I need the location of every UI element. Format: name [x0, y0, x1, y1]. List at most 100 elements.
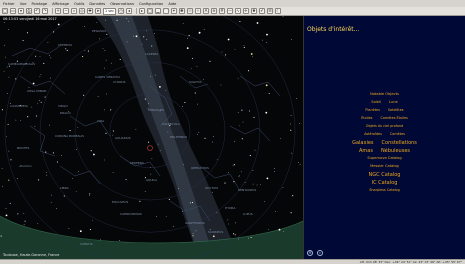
deep-sky-icon[interactable]: ✺ — [178, 8, 185, 14]
time-step-input[interactable]: 1 sec — [103, 7, 116, 15]
interest-item[interactable]: IC Catalog — [372, 180, 398, 186]
interest-item[interactable]: Nébuleuses — [381, 148, 410, 154]
star — [35, 55, 37, 57]
star — [22, 40, 24, 42]
star — [249, 155, 251, 157]
menu-item-2[interactable]: Pointage — [31, 2, 47, 6]
menu-item-4[interactable]: Outils — [74, 2, 84, 6]
equator-icon[interactable]: — — [226, 8, 233, 14]
star — [234, 48, 236, 50]
menu-item-3[interactable]: Affichage — [52, 2, 69, 6]
interest-item[interactable]: Notable Objects — [370, 92, 399, 96]
constellation-label: PEGASUS — [92, 29, 107, 33]
back-icon[interactable]: ◂ — [125, 8, 132, 14]
undo-icon[interactable]: ↶ — [34, 8, 40, 14]
star — [46, 172, 47, 174]
interest-item[interactable]: Supernova Catalog — [367, 156, 401, 160]
star — [37, 223, 39, 224]
star — [266, 33, 268, 36]
interest-item[interactable]: Amas — [359, 148, 373, 154]
star — [118, 240, 120, 241]
menu-item-1[interactable]: Vue — [20, 2, 27, 6]
interest-item[interactable]: Sharpless Catalog — [369, 188, 400, 192]
solar-system-icon[interactable]: ☉ — [186, 8, 193, 14]
constellation-line — [29, 125, 56, 157]
menu-item-7[interactable]: Configuration — [139, 2, 163, 6]
star — [227, 38, 230, 41]
menu-item-8[interactable]: Aide — [168, 2, 176, 6]
horizon-icon[interactable]: ⌒ — [162, 8, 169, 14]
what-is-up-icon[interactable]: ✔ — [258, 8, 265, 14]
constellation-names-icon[interactable]: A — [202, 8, 209, 14]
interest-item[interactable]: Comètes Étoiles — [380, 116, 407, 120]
star — [49, 124, 50, 126]
settings-icon[interactable]: ✲ — [307, 250, 313, 256]
star — [280, 137, 281, 139]
star — [15, 119, 17, 121]
observation-list-icon[interactable]: ☰ — [266, 8, 273, 14]
zoom-icon[interactable]: ⌕ — [317, 250, 323, 256]
ground-icon[interactable]: ▁ — [154, 8, 161, 14]
constellation-label: CEPHEUS — [58, 43, 73, 47]
star — [8, 179, 10, 181]
zoom-in-icon[interactable]: + — [55, 8, 61, 14]
interest-item[interactable]: Objets du ciel profond — [366, 124, 403, 128]
satellites-icon[interactable]: ✈ — [242, 8, 249, 14]
interest-item[interactable]: Astéroïdes — [364, 132, 382, 136]
menu-item-6[interactable]: Observations — [110, 2, 134, 6]
star — [151, 45, 153, 47]
new-icon[interactable]: □ — [2, 8, 8, 14]
interest-row: Soleil Lune — [371, 100, 397, 104]
ecliptic-icon[interactable]: ∿ — [234, 8, 241, 14]
fov-icon[interactable]: ◯ — [146, 8, 153, 14]
sky-datetime: 06:13:03 vendredi 16 mai 2017 — [3, 17, 57, 21]
interest-item[interactable]: Messier Catalog — [370, 164, 399, 168]
milky-way-icon[interactable]: ≋ — [210, 8, 217, 14]
sky-map[interactable]: 06:13:03 vendredi 16 mai 2017 CEPHEUS CAM… — [0, 16, 304, 259]
star — [159, 86, 161, 88]
open-icon[interactable]: ▭ — [10, 8, 16, 14]
slew-icon[interactable]: ➤ — [95, 8, 101, 14]
toolbar-separator — [135, 8, 137, 14]
supernovae-icon[interactable]: ✸ — [250, 8, 257, 14]
interest-item[interactable]: Comètes — [390, 132, 405, 136]
save-icon[interactable]: ▾ — [18, 8, 24, 14]
interest-item[interactable]: Planètes — [365, 108, 379, 112]
star — [89, 194, 90, 196]
interest-item[interactable]: NGC Catalog — [369, 172, 401, 178]
menu-bar: Fichier Vue Pointage Affichage Outils Données… — [0, 0, 465, 7]
interest-item[interactable]: Soleil — [371, 100, 381, 104]
forward-icon[interactable]: ▸ — [138, 8, 145, 14]
interest-item[interactable]: Galaxies — [352, 140, 373, 146]
star — [178, 188, 179, 189]
now-icon[interactable]: ◷ — [117, 8, 124, 14]
interest-row: Galaxies Constellations — [352, 140, 417, 146]
interest-item[interactable]: Satellites — [388, 108, 404, 112]
star — [184, 101, 186, 104]
star — [69, 130, 71, 132]
star — [0, 235, 2, 237]
night-mode-icon[interactable]: ☾ — [274, 8, 281, 14]
star — [125, 179, 127, 181]
constellation-label: SCUTUM — [205, 186, 218, 190]
grid-icon[interactable]: # — [218, 8, 225, 14]
interest-item[interactable]: Étoiles — [361, 116, 372, 120]
interest-item[interactable]: Constellations — [382, 140, 417, 146]
star — [256, 184, 258, 186]
print-icon[interactable]: ⎙ — [26, 8, 32, 14]
menu-item-0[interactable]: Fichier — [3, 2, 15, 6]
menu-item-5[interactable]: Données — [89, 2, 105, 6]
zoom-out-icon[interactable]: − — [63, 8, 69, 14]
redo-icon[interactable]: ↷ — [42, 8, 48, 14]
find-icon[interactable]: ⌕ — [71, 8, 77, 14]
star — [3, 22, 5, 24]
track-icon[interactable]: ✚ — [87, 8, 93, 14]
center-icon[interactable]: ◎ — [79, 8, 85, 14]
star — [243, 45, 245, 47]
stars-icon[interactable]: ✦ — [170, 8, 177, 14]
interest-item[interactable]: Lune — [389, 100, 398, 104]
star — [126, 18, 128, 19]
star — [135, 35, 138, 38]
star — [191, 57, 194, 59]
constellation-lines-icon[interactable]: ✧ — [194, 8, 201, 14]
